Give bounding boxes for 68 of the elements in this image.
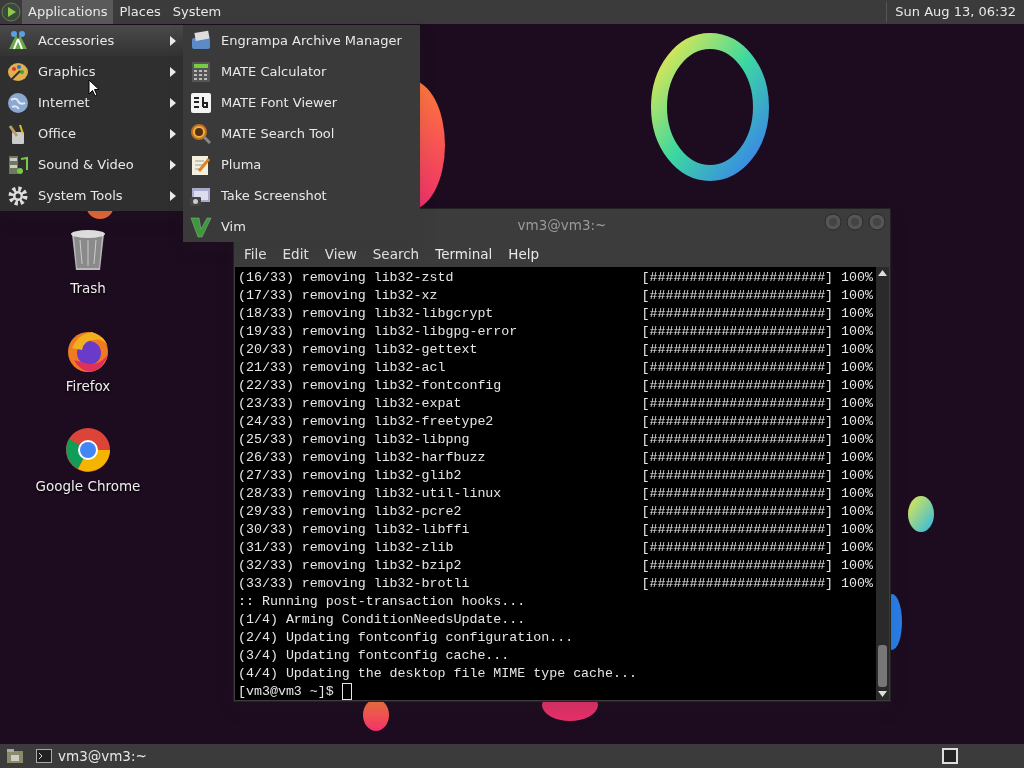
menu-item[interactable]: Search <box>364 243 428 265</box>
terminal-line: (24/33) removing lib32-freetype2 <box>238 413 494 431</box>
terminal-line: (30/33) removing lib32-libffi <box>238 521 470 539</box>
terminal-line: (31/33) removing lib32-zlib <box>238 539 454 557</box>
menu-item[interactable]: MATE Calculator <box>183 56 420 87</box>
terminal-line: (22/33) removing lib32-fontconfig <box>238 377 502 395</box>
progress-text: [######################] 100% <box>641 395 873 413</box>
terminal-line: (27/33) removing lib32-glib2 <box>238 467 462 485</box>
terminal-line: (17/33) removing lib32-xz <box>238 287 438 305</box>
progress-text: [######################] 100% <box>641 449 873 467</box>
desktop-icon-label[interactable]: Trash <box>70 278 106 299</box>
terminal-line: (18/33) removing lib32-libgcrypt <box>238 305 494 323</box>
menu-item[interactable]: Help <box>500 243 548 265</box>
terminal-line: (28/33) removing lib32-util-linux <box>238 485 502 503</box>
terminal-line: (29/33) removing lib32-pcre2 <box>238 503 462 521</box>
progress-text: [######################] 100% <box>641 467 873 485</box>
terminal-line: (23/33) removing lib32-expat <box>238 395 462 413</box>
progress-text: [######################] 100% <box>641 341 873 359</box>
progress-text: [######################] 100% <box>641 503 873 521</box>
menu-item[interactable]: Pluma <box>183 149 420 180</box>
terminal-line: :: Running post-transaction hooks... <box>238 593 526 611</box>
progress-text: [######################] 100% <box>641 323 873 341</box>
clock: Sun Aug 13, 06:32 <box>886 2 1024 22</box>
menu-item[interactable]: MATE Font Viewer <box>183 87 420 118</box>
menu-item[interactable]: Take Screenshot <box>183 180 420 211</box>
menu-item[interactable]: View <box>316 243 365 265</box>
progress-text: [######################] 100% <box>641 431 873 449</box>
progress-text: [######################] 100% <box>641 305 873 323</box>
progress-text: [######################] 100% <box>641 359 873 377</box>
panel-menu[interactable]: Places <box>113 0 167 24</box>
progress-text: [######################] 100% <box>641 287 873 305</box>
menu-item[interactable]: System Tools <box>0 180 183 211</box>
panel-menu[interactable]: System <box>166 0 228 24</box>
progress-text: [######################] 100% <box>641 377 873 395</box>
menu-item[interactable]: Accessories <box>0 25 183 56</box>
terminal-line: (21/33) removing lib32-acl <box>238 359 446 377</box>
menu-item[interactable]: Sound & Video <box>0 149 183 180</box>
terminal-line: (2/4) Updating fontconfig configuration... <box>238 629 574 647</box>
terminal-line: (25/33) removing lib32-libpng <box>238 431 470 449</box>
panel-menu[interactable]: Applications <box>22 0 114 24</box>
menu-item[interactable]: Office <box>0 118 183 149</box>
menu-item[interactable]: MATE Search Tool <box>183 118 420 149</box>
progress-text: [######################] 100% <box>641 269 873 287</box>
terminal-line: (26/33) removing lib32-harfbuzz <box>238 449 486 467</box>
terminal-line: (4/4) Updating the desktop file MIME type cache... <box>238 665 637 683</box>
progress-text: [######################] 100% <box>641 521 873 539</box>
terminal-line: (19/33) removing lib32-libgpg-error <box>238 323 518 341</box>
menu-item[interactable]: Edit <box>274 243 317 265</box>
menu-item[interactable]: Engrampa Archive Manager <box>183 25 420 56</box>
terminal-line: (16/33) removing lib32-zstd <box>238 269 454 287</box>
terminal-line: (1/4) Arming ConditionNeedsUpdate... <box>238 611 526 629</box>
progress-text: [######################] 100% <box>641 557 873 575</box>
desktop-icon-label[interactable]: Google Chrome <box>35 476 141 497</box>
terminal-line: (20/33) removing lib32-gettext <box>238 341 478 359</box>
terminal-line: (33/33) removing lib32-brotli <box>238 575 470 593</box>
progress-text: [######################] 100% <box>641 575 873 593</box>
menu-item[interactable]: Vim <box>183 211 420 242</box>
desktop-icon-label[interactable]: Firefox <box>65 376 111 397</box>
window-title: vm3@vm3:~ <box>517 215 607 235</box>
menu-item[interactable]: File <box>236 243 275 265</box>
progress-text: [######################] 100% <box>641 485 873 503</box>
progress-text: [######################] 100% <box>641 539 873 557</box>
prompt-text: [vm3@vm3 ~]$ <box>238 683 334 701</box>
terminal-line: (32/33) removing lib32-bzip2 <box>238 557 462 575</box>
progress-text: [######################] 100% <box>641 413 873 431</box>
menu-item[interactable]: Terminal <box>427 243 501 265</box>
taskbar-button[interactable]: vm3@vm3:~ <box>30 744 153 768</box>
terminal-line: (3/4) Updating fontconfig cache... <box>238 647 510 665</box>
